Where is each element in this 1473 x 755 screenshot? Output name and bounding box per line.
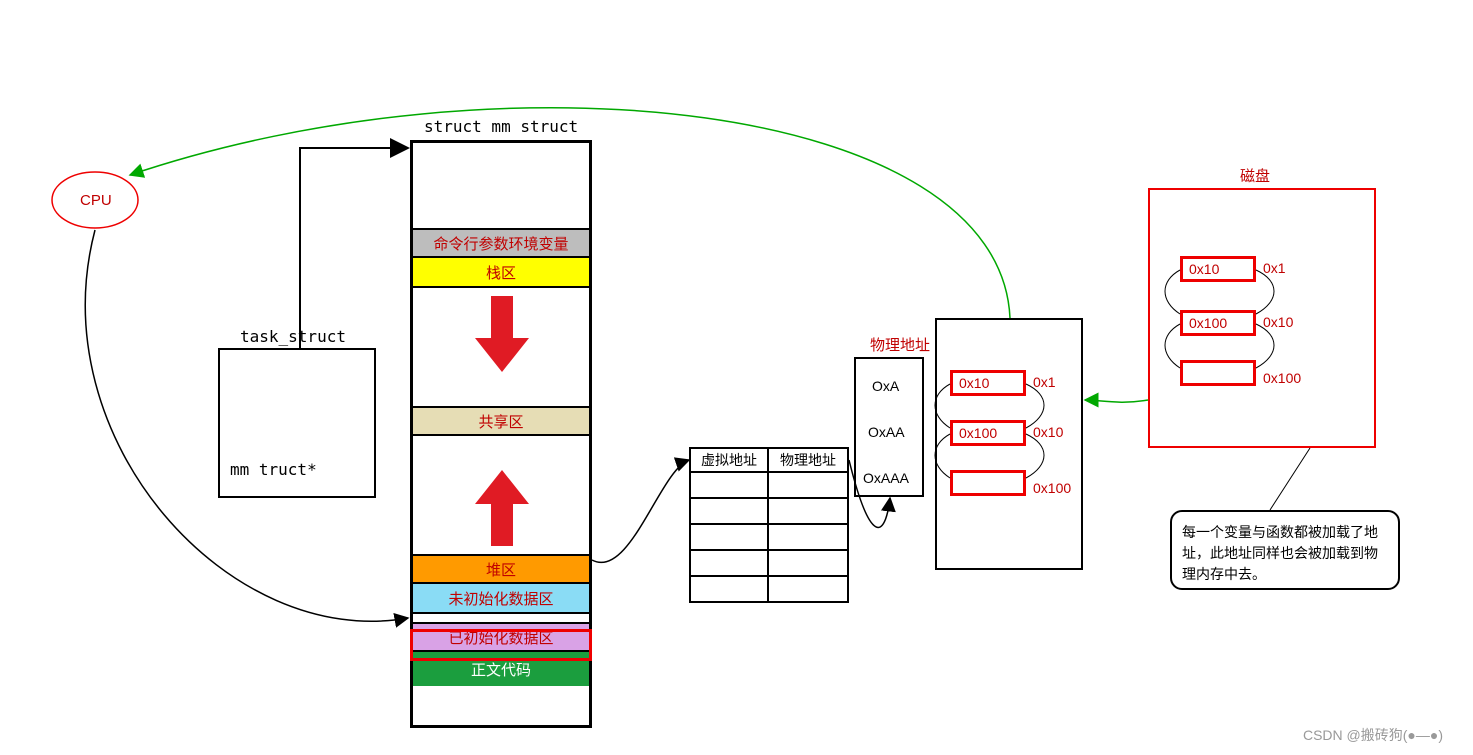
seg-bss: 未初始化数据区 bbox=[413, 584, 589, 614]
disk-box-0: 0x10 bbox=[1180, 256, 1256, 282]
mem-box-0: 0x10 bbox=[950, 370, 1026, 396]
pt-row bbox=[689, 499, 769, 525]
pt-row bbox=[769, 577, 849, 603]
disk-side-0: 0x1 bbox=[1263, 260, 1286, 276]
mem-box-2 bbox=[950, 470, 1026, 496]
pt-row bbox=[769, 551, 849, 577]
disk-side-1: 0x10 bbox=[1263, 314, 1293, 330]
red-highlight-box bbox=[410, 629, 592, 661]
pt-row bbox=[689, 525, 769, 551]
stack-gap bbox=[413, 288, 589, 406]
pt-header-phys: 物理地址 bbox=[769, 447, 849, 473]
arrow-disk-to-mem bbox=[1085, 400, 1148, 402]
disk-box-2 bbox=[1180, 360, 1256, 386]
disk-side-2: 0x100 bbox=[1263, 370, 1301, 386]
phys-entry-1: OxAA bbox=[868, 424, 905, 440]
task-struct-title: task_struct bbox=[240, 327, 346, 346]
pt-header-virt: 虚拟地址 bbox=[689, 447, 769, 473]
mem-side-0: 0x1 bbox=[1033, 374, 1056, 390]
annotation-bubble: 每一个变量与函数都被加载了地址，此地址同样也会被加载到物理内存中去。 bbox=[1170, 510, 1400, 590]
seg-heap: 堆区 bbox=[413, 554, 589, 584]
seg-stack: 栈区 bbox=[413, 258, 589, 288]
task-struct-field: mm truct* bbox=[230, 460, 317, 479]
annotation-text: 每一个变量与函数都被加载了地址，此地址同样也会被加载到物理内存中去。 bbox=[1182, 522, 1388, 585]
disk-box-1: 0x100 bbox=[1180, 310, 1256, 336]
heap-gap bbox=[413, 436, 589, 554]
disk-title: 磁盘 bbox=[1240, 165, 1270, 186]
pt-row bbox=[769, 525, 849, 551]
arrow-task-to-mm bbox=[300, 148, 408, 348]
watermark: CSDN @搬砖狗(●—●) bbox=[1303, 725, 1443, 745]
mem-side-2: 0x100 bbox=[1033, 480, 1071, 496]
arrow-mm-to-pt bbox=[592, 460, 689, 562]
phys-title: 物理地址 bbox=[870, 334, 930, 355]
cpu-label: CPU bbox=[80, 192, 112, 209]
mm-struct-title: struct mm struct bbox=[424, 117, 578, 136]
pt-row bbox=[689, 577, 769, 603]
phys-entry-0: OxA bbox=[872, 378, 899, 394]
seg-env: 命令行参数环境变量 bbox=[413, 228, 589, 258]
mem-side-1: 0x10 bbox=[1033, 424, 1063, 440]
annotation-pointer bbox=[1270, 448, 1310, 510]
page-table: 虚拟地址 物理地址 bbox=[689, 447, 849, 603]
mem-box-1: 0x100 bbox=[950, 420, 1026, 446]
seg-shared: 共享区 bbox=[413, 406, 589, 436]
pt-row bbox=[769, 473, 849, 499]
pt-row bbox=[769, 499, 849, 525]
phys-entry-2: OxAAA bbox=[863, 470, 909, 486]
pt-row bbox=[689, 473, 769, 499]
pt-row bbox=[689, 551, 769, 577]
